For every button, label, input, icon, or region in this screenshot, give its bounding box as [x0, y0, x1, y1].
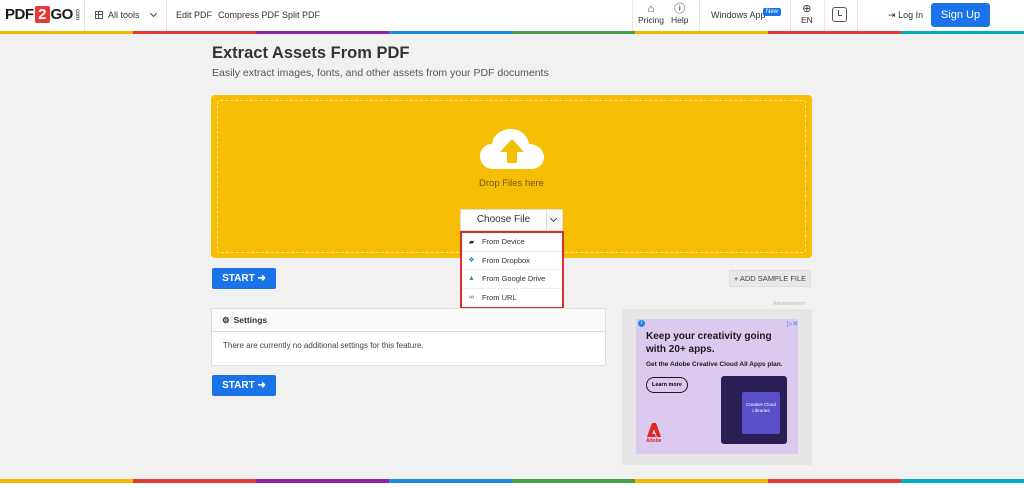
- settings-title: Settings: [233, 315, 268, 325]
- menu-item-from-google-drive[interactable]: ▲ From Google Drive: [462, 270, 562, 289]
- settings-header[interactable]: ⚙ Settings: [212, 309, 605, 332]
- logo-text-pdf: PDF: [5, 6, 34, 23]
- start-button-bottom[interactable]: START ➜: [212, 375, 276, 396]
- footer-area: [0, 483, 1024, 488]
- top-navbar: PDF 2 GO com All tools Edit PDF Compress…: [0, 0, 1024, 31]
- menu-item-label: From Google Drive: [482, 274, 546, 284]
- ad-learn-more-button[interactable]: Learn more: [646, 377, 688, 393]
- grid-icon: [95, 11, 103, 19]
- ad-panel-text: Creative Cloud Libraries: [746, 402, 776, 413]
- login-icon: ⇥: [888, 10, 896, 20]
- settings-panel: ⚙ Settings There are currently no additi…: [211, 308, 606, 366]
- chevron-down-icon: [149, 9, 157, 18]
- logo-text-com: com: [73, 9, 80, 20]
- language-label: EN: [801, 15, 813, 25]
- choose-file-label: Choose File: [476, 214, 531, 225]
- divider: [632, 0, 633, 31]
- add-sample-label: ADD SAMPLE FILE: [739, 274, 807, 283]
- settings-message: There are currently no additional settin…: [223, 341, 424, 350]
- pricing-link[interactable]: ⌂ Pricing: [638, 3, 664, 25]
- all-tools-menu[interactable]: All tools: [95, 9, 157, 20]
- divider: [166, 0, 167, 31]
- help-label: Help: [671, 15, 689, 25]
- choose-file-button[interactable]: Choose File: [460, 209, 563, 231]
- dropbox-icon: ❖: [468, 257, 475, 265]
- all-tools-label: All tools: [108, 10, 140, 20]
- help-link[interactable]: ⓘ Help: [671, 3, 688, 25]
- arrow-right-icon: ➜: [257, 380, 266, 391]
- page-title: Extract Assets From PDF: [212, 44, 410, 62]
- adobe-ad-banner[interactable]: i ▷✕ Keep your creativity going with 20+…: [636, 319, 798, 454]
- history-icon[interactable]: [832, 7, 847, 22]
- adobe-logo-icon: [647, 423, 661, 437]
- header-color-strip: [0, 31, 1024, 34]
- ad-close-icon[interactable]: ▷✕: [787, 320, 798, 328]
- menu-item-label: From Dropbox: [482, 255, 530, 265]
- divider: [857, 0, 858, 31]
- menu-item-label: From URL: [482, 293, 517, 303]
- windows-app-link[interactable]: Windows App: [711, 10, 766, 20]
- nav-edit-pdf[interactable]: Edit PDF: [176, 10, 212, 20]
- divider: [790, 0, 791, 31]
- page-subtitle: Easily extract images, fonts, and other …: [212, 67, 549, 79]
- help-icon: ⓘ: [674, 3, 686, 15]
- cloud-upload-icon: [480, 129, 544, 169]
- menu-item-label: From Device: [482, 237, 525, 247]
- tag-icon: ⌂: [647, 3, 655, 15]
- google-drive-icon: ▲: [468, 275, 475, 283]
- signup-button[interactable]: Sign Up: [931, 3, 990, 27]
- drop-files-label: Drop Files here: [479, 178, 544, 189]
- start-label: START: [222, 273, 255, 284]
- new-badge: New: [763, 8, 782, 16]
- login-link[interactable]: ⇥ Log In: [888, 10, 923, 21]
- logo-text-go: GO: [50, 6, 74, 23]
- menu-item-from-dropbox[interactable]: ❖ From Dropbox: [462, 252, 562, 270]
- divider: [84, 0, 85, 31]
- language-selector[interactable]: ⊕ EN: [801, 3, 813, 25]
- ad-headline: Keep your creativity going with 20+ apps…: [646, 331, 772, 355]
- pdf2go-logo[interactable]: PDF 2 GO com: [5, 6, 80, 23]
- pricing-label: Pricing: [638, 15, 664, 25]
- divider: [824, 0, 825, 31]
- ad-brand: Adobe: [646, 438, 662, 444]
- menu-item-from-device[interactable]: ▰ From Device: [462, 233, 562, 252]
- upload-source-menu: ▰ From Device ❖ From Dropbox ▲ From Goog…: [460, 231, 564, 309]
- divider: [699, 0, 700, 31]
- logo-text-2: 2: [34, 6, 50, 23]
- link-icon: ∞: [469, 294, 474, 302]
- globe-icon: ⊕: [802, 3, 812, 15]
- nav-compress-pdf[interactable]: Compress PDF: [218, 10, 280, 20]
- start-button[interactable]: START ➜: [212, 268, 276, 289]
- login-label: Log In: [898, 10, 924, 20]
- folder-icon: ▰: [468, 238, 475, 246]
- gears-icon: ⚙: [222, 314, 230, 325]
- start-label: START: [222, 380, 255, 391]
- menu-item-from-url[interactable]: ∞ From URL: [462, 289, 562, 308]
- ad-subtext: Get the Adobe Creative Cloud All Apps pl…: [646, 361, 783, 368]
- chevron-down-icon[interactable]: [546, 210, 562, 230]
- arrow-right-icon: ➜: [257, 273, 266, 284]
- advertisement-label: Advertisement: [773, 301, 805, 307]
- ad-libraries-panel: Creative Cloud Libraries: [742, 392, 780, 434]
- add-sample-file-button[interactable]: + ADD SAMPLE FILE: [729, 270, 811, 287]
- ad-info-icon[interactable]: i: [638, 320, 645, 327]
- nav-split-pdf[interactable]: Split PDF: [282, 10, 320, 20]
